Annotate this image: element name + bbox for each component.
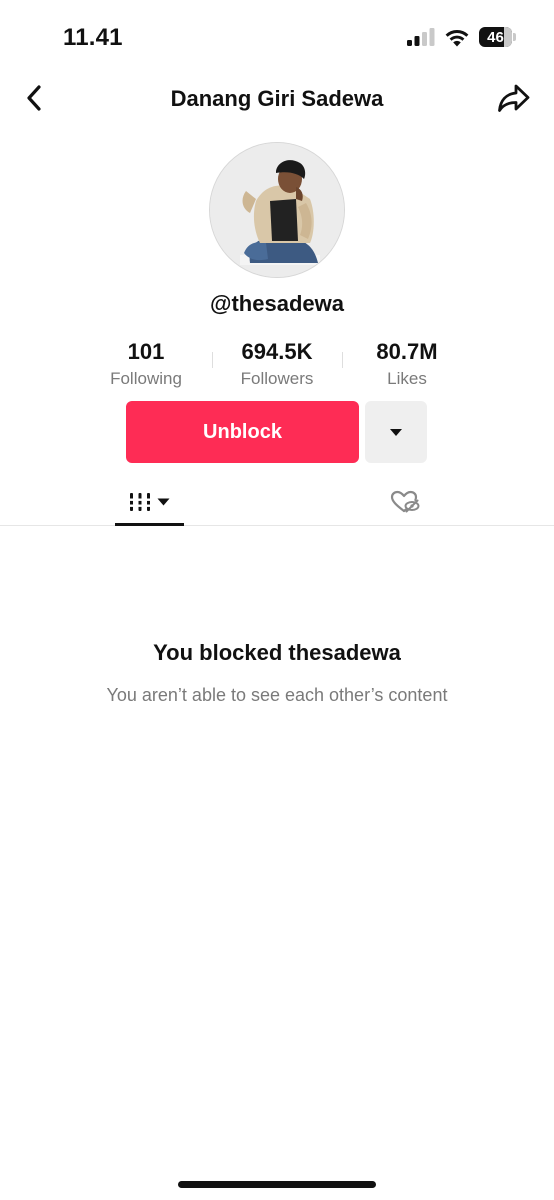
share-button[interactable] [496,82,532,114]
avatar[interactable] [209,142,345,278]
tab-liked[interactable] [370,478,439,526]
home-indicator[interactable] [178,1181,376,1188]
battery-icon: 46 [479,27,516,47]
caret-down-icon [157,498,170,506]
profile-stats: 101 Following 694.5K Followers 80.7M Lik… [0,338,554,394]
stat-following-count: 101 [127,339,165,364]
profile-username: @thesadewa [210,291,344,316]
active-tab-indicator [115,523,184,526]
status-time: 11.41 [63,24,123,51]
battery-level: 46 [487,28,504,46]
blocked-title: You blocked thesadewa [153,640,401,665]
profile-header: Danang Giri Sadewa [0,70,554,126]
stat-followers-label: Followers [240,369,314,388]
stat-following[interactable]: 101 Following [81,338,211,389]
stat-followers-count: 694.5K [241,339,313,364]
share-arrow-icon [498,84,530,112]
stat-followers[interactable]: 694.5K Followers [212,338,342,389]
wifi-icon [445,29,469,46]
tab-videos[interactable] [115,478,184,526]
stat-likes-label: Likes [387,369,427,388]
stat-likes-count: 80.7M [376,339,438,364]
caret-down-icon [390,428,402,436]
page-title: Danang Giri Sadewa [170,86,384,111]
profile-tabs [0,478,554,526]
unblock-button[interactable]: Unblock [126,401,359,463]
more-options-button[interactable] [365,401,427,463]
status-icons: 46 [407,26,516,48]
videos-grid-icon [129,493,151,511]
stat-likes[interactable]: 80.7M Likes [342,338,472,389]
profile-photo [210,143,344,277]
cellular-signal-icon [407,28,435,46]
blocked-message: You aren’t able to see each other’s cont… [106,685,448,705]
status-bar: 11.41 46 [0,0,554,70]
stat-following-label: Following [110,369,182,388]
liked-hidden-icon [390,490,419,513]
